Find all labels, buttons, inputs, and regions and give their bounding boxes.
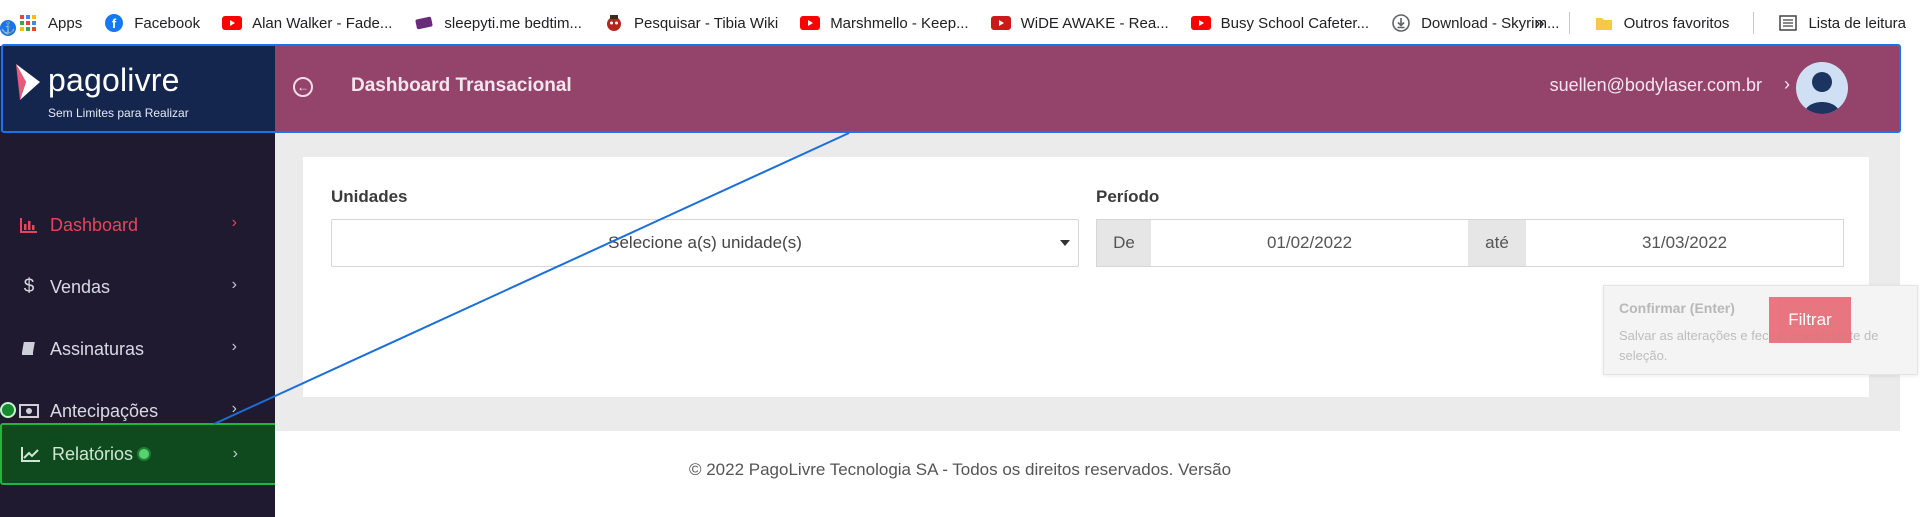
bookmarks-separator xyxy=(1753,12,1755,34)
back-arrow-icon[interactable]: ← xyxy=(293,77,313,97)
to-addon: até xyxy=(1468,220,1526,266)
user-icon xyxy=(1804,72,1840,114)
bookmark-label: Lista de leitura xyxy=(1808,14,1906,32)
units-select[interactable]: Selecione a(s) unidade(s) xyxy=(331,219,1079,267)
main-content: Unidades Selecione a(s) unidade(s) Perío… xyxy=(275,132,1918,517)
apps-grid-icon xyxy=(18,13,38,33)
filter-button[interactable]: Filtrar xyxy=(1769,297,1851,343)
brand-logo[interactable]: pagolivre Sem Limites para Realizar xyxy=(0,46,275,132)
bookmark-label: Marshmello - Keep... xyxy=(830,14,969,32)
youtube-icon xyxy=(1190,13,1211,33)
tooltip-title: Confirmar (Enter) xyxy=(1619,300,1735,316)
bookmark-label: Busy School Cafeter... xyxy=(1220,14,1370,32)
avatar[interactable] xyxy=(1796,62,1848,114)
bookmark-apps[interactable]: Apps xyxy=(18,13,82,33)
money-icon xyxy=(18,404,40,418)
reading-list-icon xyxy=(1778,13,1798,33)
from-date-input[interactable]: 01/02/2022 xyxy=(1151,220,1468,266)
brand-tagline: Sem Limites para Realizar xyxy=(48,106,189,120)
chevron-right-icon[interactable]: › xyxy=(1784,74,1790,95)
confirm-tooltip: Confirmar (Enter) Salvar as alterações e… xyxy=(1603,285,1918,375)
anchor-icon: ⚓ xyxy=(0,20,16,36)
period-label: Período xyxy=(1096,187,1160,206)
bookmark-label: Pesquisar - Tibia Wiki xyxy=(633,14,779,32)
bookmark-label: Outros favoritos xyxy=(1623,14,1730,32)
sidebar-item-vendas[interactable]: $ Vendas › xyxy=(0,256,275,318)
sidebar-item-label: Vendas xyxy=(50,276,111,297)
download-icon xyxy=(1391,13,1411,33)
chevron-right-icon: › xyxy=(231,400,237,417)
svg-text:f: f xyxy=(112,16,117,31)
sidebar-item-label: Dashboard xyxy=(50,214,139,235)
bookmark-other-favorites[interactable]: Outros favoritos xyxy=(1594,13,1730,33)
units-placeholder: Selecione a(s) unidade(s) xyxy=(608,233,802,252)
page-title: Dashboard Transacional xyxy=(351,75,572,96)
bookmark-reading-list[interactable]: Lista de leitura xyxy=(1778,13,1906,33)
sidebar-item-label: Relatórios xyxy=(52,443,134,464)
bookmark-wide-awake[interactable]: WiDE AWAKE - Rea... xyxy=(990,13,1169,33)
tooltip-body: Salvar as alterações e fechar o assisten… xyxy=(1619,328,1879,363)
bookmark-label: Facebook xyxy=(134,14,201,32)
bookmarks-overflow-button[interactable]: » xyxy=(1535,13,1545,34)
line-chart-icon xyxy=(20,446,42,462)
chevron-right-icon: › xyxy=(232,445,238,462)
brand-name: pagolivre xyxy=(48,62,180,98)
footer: © 2022 PagoLivre Tecnologia SA - Todos o… xyxy=(275,431,1900,517)
sidebar: pagolivre Sem Limites para Realizar Dash… xyxy=(0,46,278,517)
chevron-right-icon: › xyxy=(231,214,237,231)
top-header: ← Dashboard Transacional suellen@bodylas… xyxy=(275,46,1900,132)
sidebar-item-relatorios[interactable]: Relatórios › xyxy=(0,423,278,485)
brand-mark-icon xyxy=(16,64,40,100)
bookmark-label: sleepyti.me bedtim... xyxy=(444,14,582,32)
bookmark-label: Alan Walker - Fade... xyxy=(252,14,393,32)
period-range: De 01/02/2022 até 31/03/2022 xyxy=(1096,219,1844,267)
sleepytime-icon xyxy=(414,13,434,33)
chevron-right-icon: › xyxy=(231,338,237,355)
tibia-icon xyxy=(604,13,624,33)
youtube-icon xyxy=(222,13,243,33)
footer-copyright: © 2022 PagoLivre Tecnologia SA - Todos o… xyxy=(688,460,1232,479)
chevron-right-icon: › xyxy=(231,276,237,293)
sidebar-item-label: Antecipações xyxy=(50,400,159,421)
bookmark-busy-school[interactable]: Busy School Cafeter... xyxy=(1190,13,1370,33)
bookmark-label: Apps xyxy=(48,14,83,32)
bookmark-label: WiDE AWAKE - Rea... xyxy=(1020,14,1169,32)
sidebar-item-dashboard[interactable]: Dashboard › xyxy=(0,194,275,256)
dollar-icon: $ xyxy=(23,276,35,297)
folder-icon xyxy=(1594,13,1614,33)
bookmark-tibia[interactable]: Pesquisar - Tibia Wiki xyxy=(604,13,778,33)
sidebar-item-label: Assinaturas xyxy=(50,338,145,359)
bookmark-marshmello[interactable]: Marshmello - Keep... xyxy=(800,13,969,33)
bookmarks-bar: Apps f Facebook Alan Walker - Fade... sl… xyxy=(0,0,1920,46)
user-email[interactable]: suellen@bodylaser.com.br xyxy=(1550,75,1762,96)
bookmarks-separator xyxy=(1568,12,1570,34)
youtube-icon xyxy=(800,13,821,33)
sidebar-item-assinaturas[interactable]: Assinaturas › xyxy=(0,318,275,380)
bookmark-sleepytime[interactable]: sleepyti.me bedtim... xyxy=(414,13,582,33)
status-dot xyxy=(139,449,150,459)
to-date-input[interactable]: 31/03/2022 xyxy=(1526,220,1843,266)
facebook-icon: f xyxy=(104,13,124,33)
caret-down-icon xyxy=(1060,240,1070,246)
bookmark-facebook[interactable]: f Facebook xyxy=(104,13,200,33)
bookmark-alan-walker[interactable]: Alan Walker - Fade... xyxy=(222,13,392,33)
bar-chart-icon xyxy=(18,217,40,233)
units-label: Unidades xyxy=(331,187,408,206)
youtube-icon xyxy=(990,13,1011,33)
book-icon xyxy=(18,341,40,357)
target-icon xyxy=(0,402,16,418)
from-addon: De xyxy=(1097,220,1151,266)
